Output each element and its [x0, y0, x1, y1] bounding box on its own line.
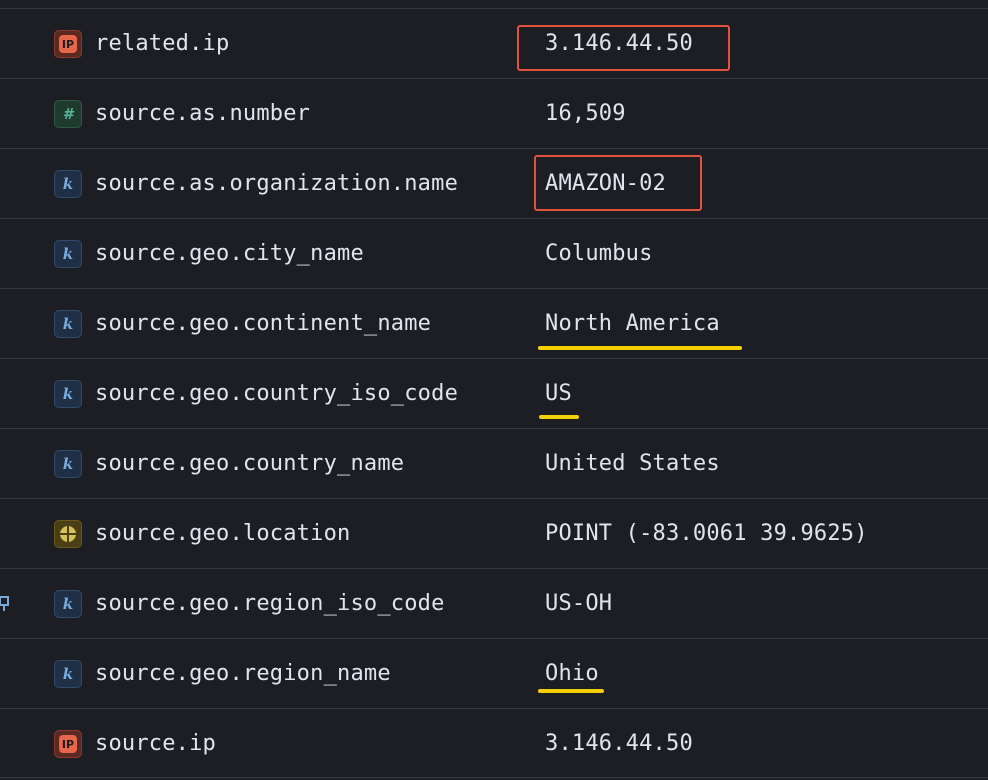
field-value[interactable]: United States [545, 451, 720, 477]
highlight-underline [539, 415, 579, 419]
field-value[interactable]: Ohio [545, 661, 599, 687]
field-name: related.ip [95, 31, 230, 56]
field-value[interactable]: POINT (-83.0061 39.9625) [545, 521, 868, 547]
table-row[interactable]: k source.geo.country_name United States [0, 428, 988, 498]
keyword-field-icon: k [54, 310, 82, 338]
ip-field-icon: IP [54, 730, 82, 758]
field-name: source.ip [95, 731, 217, 756]
filter-action-icon[interactable] [0, 591, 10, 615]
keyword-field-icon: k [54, 170, 82, 198]
field-value[interactable]: Columbus [545, 241, 653, 267]
keyword-field-icon: k [54, 240, 82, 268]
keyword-field-icon: k [54, 660, 82, 688]
field-name: source.as.number [95, 101, 311, 126]
field-name: source.geo.country_iso_code [95, 381, 459, 406]
highlight-underline [538, 689, 604, 693]
field-name: source.geo.continent_name [95, 311, 432, 336]
field-value[interactable]: 16,509 [545, 101, 626, 127]
field-value[interactable]: 3.146.44.50 [545, 731, 693, 757]
geo-point-field-icon [54, 520, 82, 548]
table-row[interactable]: IP related.ip 3.146.44.50 [0, 8, 988, 78]
field-value[interactable]: US-OH [545, 591, 612, 617]
table-row[interactable]: k source.geo.region_iso_code US-OH [0, 568, 988, 638]
keyword-field-icon: k [54, 590, 82, 618]
table-row[interactable]: # source.as.number 16,509 [0, 78, 988, 148]
highlight-box [534, 155, 702, 211]
field-name: source.geo.country_name [95, 451, 405, 476]
keyword-field-icon: k [54, 380, 82, 408]
field-name: source.geo.region_iso_code [95, 591, 445, 616]
field-name: source.geo.city_name [95, 241, 364, 266]
keyword-field-icon: k [54, 450, 82, 478]
table-row[interactable]: k source.geo.city_name Columbus [0, 218, 988, 288]
document-fields-table: IP related.ip 3.146.44.50 # source.as.nu… [0, 0, 988, 780]
highlight-underline [538, 346, 742, 350]
field-name: source.geo.location [95, 521, 351, 546]
number-field-icon: # [54, 100, 82, 128]
globe-icon [60, 526, 76, 542]
field-name: source.as.organization.name [95, 171, 459, 196]
ip-field-icon: IP [54, 30, 82, 58]
field-name: source.geo.region_name [95, 661, 391, 686]
table-row[interactable]: k source.geo.region_name Ohio [0, 638, 988, 708]
table-row[interactable]: IP source.ip 3.146.44.50 [0, 708, 988, 778]
table-row[interactable]: k source.geo.continent_name North Americ… [0, 288, 988, 358]
highlight-box [517, 25, 730, 71]
table-row[interactable]: k source.geo.country_iso_code US [0, 358, 988, 428]
table-row[interactable]: k source.as.organization.name AMAZON-02 [0, 148, 988, 218]
table-row[interactable]: source.geo.location POINT (-83.0061 39.9… [0, 498, 988, 568]
field-value[interactable]: North America [545, 311, 720, 337]
field-value[interactable]: US [545, 381, 572, 407]
